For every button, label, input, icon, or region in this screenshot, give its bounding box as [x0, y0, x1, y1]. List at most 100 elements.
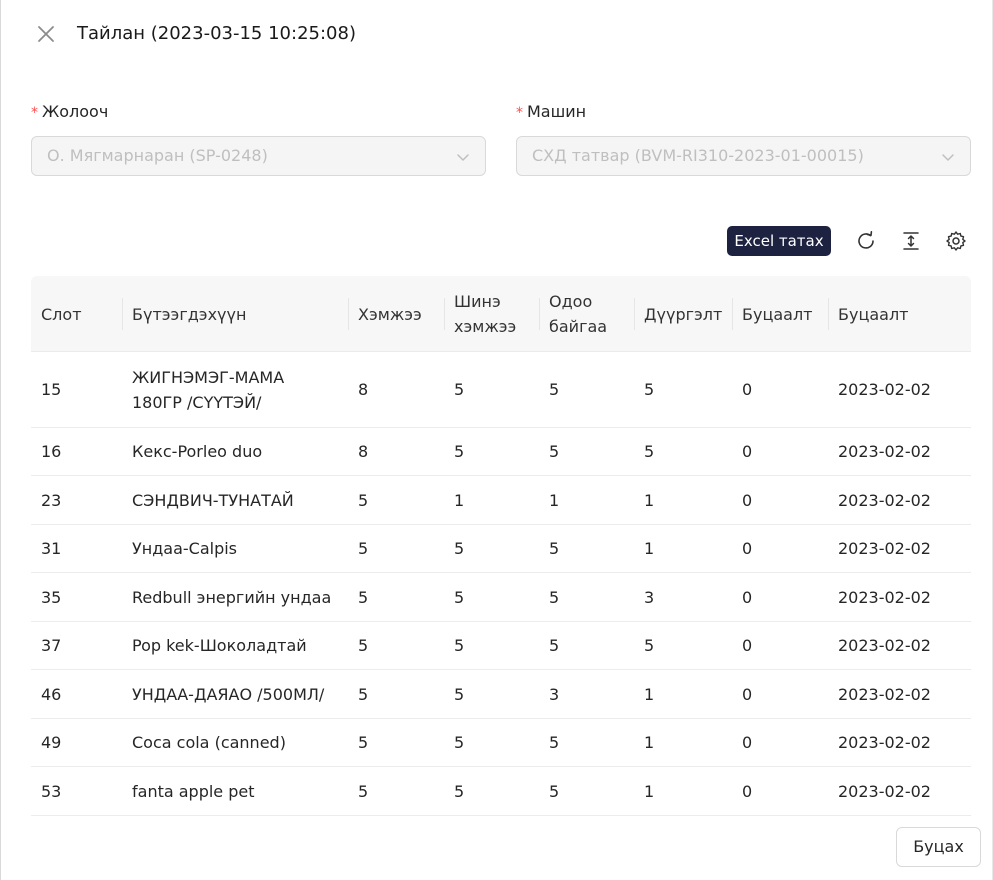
driver-select-value: О. Мягмарнаран (SP-0248) [47, 146, 268, 165]
table-cell: 5 [549, 539, 560, 558]
driver-select[interactable]: О. Мягмарнаран (SP-0248) [31, 136, 486, 176]
table-cell: 5 [644, 380, 655, 399]
table-cell: Coca cola (canned) [132, 733, 286, 752]
table-row[interactable]: 23 СЭНДВИЧ-ТУНАТАЙ 5 1 1 1 0 2023-02-02 [31, 476, 971, 525]
column-header-label: Буцаалт [742, 304, 813, 324]
modal-header: Тайлан (2023-03-15 10:25:08) [0, 0, 993, 70]
table-cell: 5 [549, 781, 560, 801]
table-header: Слот Бүтээгдэхүүн Хэмжээ Шинэ хэмжээ Одоо ба… [31, 276, 971, 352]
table-cell: 5 [454, 733, 465, 752]
table-cell: 16 [41, 442, 62, 461]
table-cell: 5 [454, 781, 465, 801]
table-cell: 0 [742, 490, 753, 510]
table-cell: 5 [358, 636, 369, 655]
table-row[interactable]: 35 Redbull энергийн ундаа 5 5 5 3 0 2023-02-02 [31, 573, 971, 622]
machine-select-value: СХД татвар (BVM-RI310-2023-01-00015) [532, 146, 864, 165]
table-cell: 2023-02-02 [838, 442, 931, 461]
table-cell: 1 [644, 490, 655, 510]
table-cell: 0 [742, 636, 753, 655]
table-cell: 1 [644, 781, 655, 801]
table-cell: УНДАА-ДАЯАО /500МЛ/ [132, 684, 325, 704]
table-cell: 5 [358, 539, 369, 558]
header-quantity: Хэмжээ [348, 276, 422, 352]
table-cell: 5 [454, 539, 465, 558]
table-cell: 8 [358, 442, 369, 461]
table-cell: 2023-02-02 [838, 539, 931, 558]
table-row[interactable]: 16 Кекс-Porleo duo 8 5 5 5 0 2023-02-02 [31, 428, 971, 476]
table-row[interactable]: 37 Pop kek-Шоколадтай 5 5 5 5 0 2023-02-02 [31, 622, 971, 670]
header-return: Буцаалт [732, 276, 813, 352]
table-cell: 5 [549, 442, 560, 461]
table-cell: 5 [358, 684, 369, 704]
table-cell: 1 [454, 490, 465, 510]
column-header-label: Дүүргэлт [644, 304, 723, 324]
table-cell: 1 [549, 490, 560, 510]
table-cell: 35 [41, 587, 62, 607]
machine-label-text: Машин [527, 102, 587, 121]
driver-label: * Жолооч [31, 100, 108, 125]
table-cell: 5 [358, 587, 369, 607]
table-row[interactable]: 31 Ундаа-Calpis 5 5 5 1 0 2023-02-02 [31, 525, 971, 573]
column-header-label: Одоо байгаа [549, 292, 608, 336]
table-row[interactable]: 53 fanta apple pet 5 5 5 1 0 2023-02-02 [31, 767, 971, 816]
machine-select[interactable]: СХД татвар (BVM-RI310-2023-01-00015) [516, 136, 971, 176]
table-cell: 2023-02-02 [838, 636, 931, 655]
column-separator [539, 298, 540, 330]
table-cell: 5 [454, 636, 465, 655]
refresh-button[interactable] [854, 229, 878, 253]
machine-label: * Машин [516, 100, 586, 125]
header-fill: Дүүргэлт [634, 276, 722, 352]
column-separator [348, 298, 349, 330]
table-cell: Pop kek-Шоколадтай [132, 636, 307, 655]
table-cell: Redbull энергийн ундаа [132, 587, 332, 607]
close-button[interactable] [34, 22, 58, 46]
table-row[interactable]: 46 УНДАА-ДАЯАО /500МЛ/5 5 3 1 0 2023-02-02 [31, 670, 971, 719]
chevron-down-icon [942, 154, 954, 161]
table-cell: 5 [358, 490, 369, 510]
table-cell: 3 [549, 684, 560, 704]
table-cell: 2023-02-02 [838, 733, 931, 752]
table-cell: ЖИГНЭМЭГ-МАМА 180ГР /СҮҮТЭЙ/ [132, 367, 285, 412]
refresh-icon [858, 231, 874, 249]
header-new-quantity: Шинэ хэмжээ [444, 276, 516, 352]
table-cell: 5 [454, 587, 465, 607]
column-separator [444, 298, 445, 330]
table-cell: 0 [742, 733, 753, 752]
back-button[interactable]: Буцах [896, 827, 981, 867]
column-separator [828, 298, 829, 330]
column-separator [732, 298, 733, 330]
settings-icon [946, 231, 966, 251]
header-return-date: Буцаалт [828, 276, 909, 352]
table-cell: 5 [549, 587, 560, 607]
table-cell: 5 [549, 636, 560, 655]
table-cell: 5 [454, 380, 465, 399]
table-cell: 0 [742, 539, 753, 558]
required-mark: * [516, 105, 523, 121]
column-header-label: Слот [41, 304, 82, 324]
header-product: Бүтээгдэхүүн [122, 276, 246, 352]
table-cell: 5 [644, 442, 655, 461]
table-cell: 0 [742, 587, 753, 607]
density-button[interactable] [899, 229, 923, 253]
table-cell: 2023-02-02 [838, 684, 931, 704]
table-cell: 5 [644, 636, 655, 655]
table-cell: fanta apple pet [132, 781, 255, 801]
settings-button[interactable] [944, 229, 968, 253]
column-header-label: Шинэ хэмжээ [454, 292, 517, 336]
table-cell: 5 [549, 733, 560, 752]
header-slot: Слот [31, 276, 82, 352]
table-cell: 5 [358, 733, 369, 752]
table-row[interactable]: 49 Coca cola (canned) 5 5 5 1 0 2023-02-02 [31, 719, 971, 767]
table-cell: 2023-02-02 [838, 781, 931, 801]
close-icon [38, 26, 54, 42]
table-row[interactable]: 15 ЖИГНЭМЭГ-МАМА 180ГР /СҮҮТЭЙ/8 5 5 5 0 2023-… [31, 352, 971, 428]
table-cell: 5 [549, 380, 560, 399]
table-cell: 8 [358, 380, 369, 399]
table-cell: 0 [742, 442, 753, 461]
table-cell: 15 [41, 380, 62, 399]
table-cell: 0 [742, 781, 753, 801]
table-cell: 1 [644, 733, 655, 752]
excel-download-button[interactable]: Excel татах [727, 226, 831, 256]
report-table: Слот Бүтээгдэхүүн Хэмжээ Шинэ хэмжээ Одоо ба… [31, 276, 971, 816]
driver-label-text: Жолооч [42, 102, 109, 121]
